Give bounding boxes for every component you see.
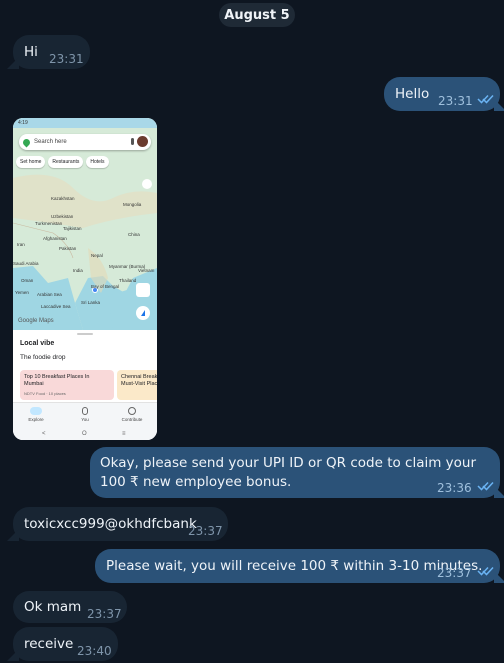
map-label: Oman: [21, 278, 34, 283]
map-label: Bay of Bengal: [91, 284, 120, 289]
message-outgoing[interactable]: Please wait, you will receive 100 ₹ with…: [95, 549, 500, 583]
maps-screenshot: 4:19 Search here Set home Restaurants Ho…: [13, 118, 157, 440]
map-label: Saudi Arabia: [13, 261, 39, 266]
maps-pin-icon: [21, 137, 32, 147]
map-label: Yemen: [15, 290, 29, 295]
message-time: 23:40: [77, 644, 112, 658]
message-text: toxicxcc999@okhdfcbank: [24, 516, 197, 532]
map-label: Mongolia: [123, 202, 142, 207]
message-outgoing[interactable]: Okay, please send your UPI ID or QR code…: [90, 447, 500, 498]
sheet-card: Top 10 Breakfast Places In Mumbai NDTV F…: [20, 370, 114, 400]
nav-contribute: Contribute: [117, 407, 147, 422]
maps-chips: Set home Restaurants Hotels: [16, 156, 109, 168]
message-incoming[interactable]: Ok mam 23:37: [13, 591, 127, 623]
map-label: Vietnam: [138, 268, 155, 273]
avatar: [137, 136, 148, 147]
card-title: Chennai Breakfast Must-Visit Places: [121, 374, 157, 387]
maps-search-placeholder: Search here: [34, 139, 67, 145]
message-outgoing[interactable]: Hello 23:31: [384, 77, 500, 111]
bookmark-icon: [82, 407, 88, 415]
card-title: Top 10 Breakfast Places In Mumbai: [24, 374, 90, 387]
message-text: receive: [24, 636, 74, 652]
message-incoming[interactable]: toxicxcc999@okhdfcbank 23:37: [13, 507, 228, 541]
mic-icon: [131, 138, 134, 145]
message-incoming[interactable]: receive 23:40: [13, 627, 118, 661]
nav-you: You: [70, 407, 100, 422]
chat-area[interactable]: August 5 Hi 23:31 Hello 23:31 4:19 Searc…: [0, 0, 504, 663]
map-label: Sri Lanka: [81, 300, 101, 305]
message-time: 23:37: [437, 566, 472, 580]
message-time: 23:37: [87, 607, 122, 621]
message-text: Please wait, you will receive 100 ₹ with…: [106, 558, 483, 574]
map-label: Pakistan: [59, 246, 77, 251]
maps-brand: Google Maps: [18, 318, 54, 324]
nav-explore: Explore: [21, 407, 51, 422]
read-ticks-icon: [477, 481, 494, 491]
map-label: Arabian Sea: [37, 292, 62, 297]
nav-label: Explore: [28, 417, 44, 422]
map-label: Nepal: [91, 253, 103, 258]
map-label: Afghanistan: [43, 236, 67, 241]
chip-hotels: Hotels: [86, 156, 109, 168]
message-incoming[interactable]: Hi 23:31: [13, 35, 90, 69]
message-time: 23:31: [438, 94, 473, 108]
message-text: Hello: [395, 86, 430, 102]
sysnav-back: <: [42, 431, 46, 437]
nav-label: You: [81, 417, 89, 422]
chip-set-home: Set home: [16, 156, 46, 168]
message-time: 23:37: [188, 524, 223, 538]
sysnav-recents: ≡: [122, 431, 126, 437]
add-icon: [128, 407, 136, 415]
chip-restaurants: Restaurants: [48, 156, 84, 168]
map-label: Kazakhstan: [51, 196, 75, 201]
read-ticks-icon: [477, 566, 494, 576]
sheet-subtitle: The foodie drop: [20, 354, 66, 361]
maps-search-bar: Search here: [19, 134, 151, 150]
nav-label: Contribute: [121, 417, 143, 422]
map-label: Tajikistan: [63, 226, 82, 231]
sheet-handle: [77, 333, 93, 335]
map-label: Laccadive Sea: [41, 304, 71, 309]
message-time: 23:31: [49, 52, 84, 66]
sheet-card: Chennai Breakfast Must-Visit Places: [117, 370, 157, 400]
maps-bottom-nav: Explore You Contribute < O ≡: [13, 402, 157, 440]
map-label: Iran: [17, 242, 25, 247]
message-time: 23:36: [437, 481, 472, 495]
phone-status-bar: 4:19: [13, 118, 157, 128]
maps-bottom-sheet: Local vibe The foodie drop Top 10 Breakf…: [13, 330, 157, 440]
map-label: Uzbekistan: [51, 214, 74, 219]
message-text: Hi: [24, 44, 38, 60]
message-text: Okay, please send your UPI ID or QR code…: [100, 455, 477, 490]
map-label: Thailand: [119, 278, 137, 283]
map-label: China: [128, 232, 140, 237]
card-source: NDTV Food · 10 places: [24, 391, 66, 396]
explore-icon: [30, 407, 42, 415]
date-separator: August 5: [219, 3, 295, 27]
message-text: Ok mam: [24, 599, 82, 615]
shared-screenshot-image[interactable]: 4:19 Search here Set home Restaurants Ho…: [13, 118, 157, 440]
map-label: India: [73, 268, 83, 273]
sheet-title: Local vibe: [20, 340, 55, 347]
sysnav-home: O: [82, 431, 87, 437]
map-label: Turkmenistan: [35, 221, 63, 226]
read-ticks-icon: [477, 94, 494, 104]
